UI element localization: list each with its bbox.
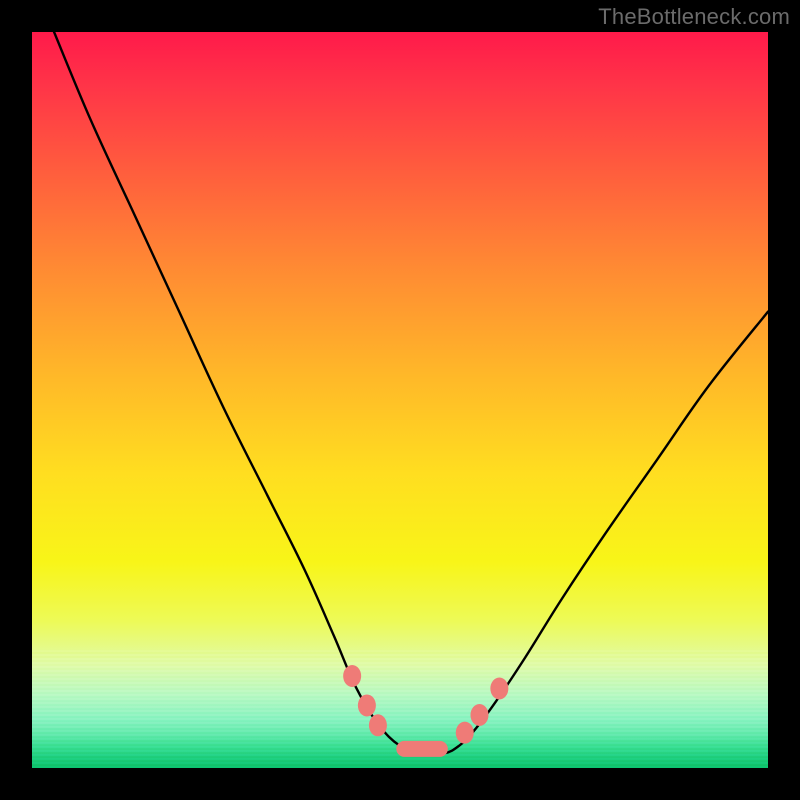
trough-pill: [396, 741, 448, 757]
left-dot-upper: [343, 665, 361, 687]
left-dot-mid: [358, 694, 376, 716]
chart-plot-area: [32, 32, 768, 768]
bottleneck-curve: [54, 32, 768, 754]
left-dot-lower: [369, 714, 387, 736]
right-dot-lower: [456, 722, 474, 744]
right-dot-mid: [470, 704, 488, 726]
watermark-text: TheBottleneck.com: [598, 4, 790, 30]
right-dot-upper: [490, 678, 508, 700]
curve-layer: [32, 32, 768, 768]
marker-group: [343, 665, 508, 757]
chart-frame: TheBottleneck.com: [0, 0, 800, 800]
